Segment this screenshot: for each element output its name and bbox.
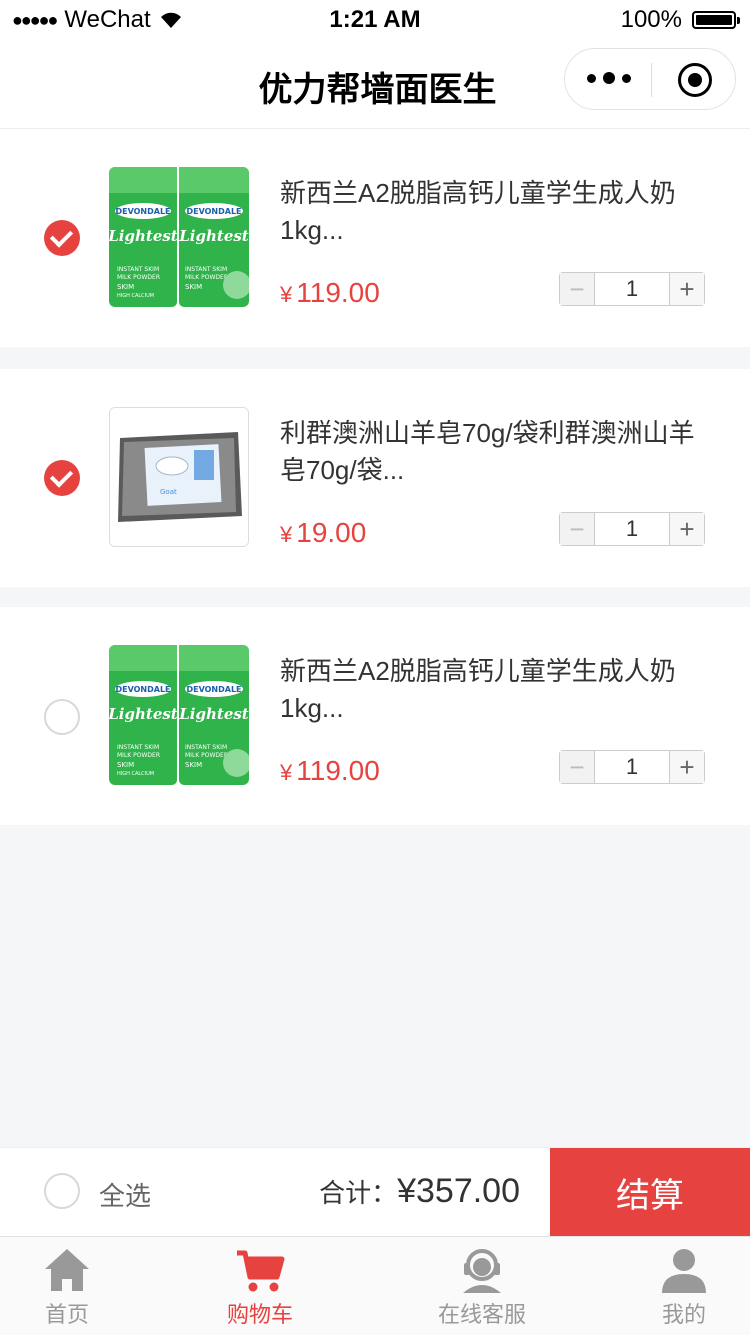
item-checkbox-checked[interactable] (44, 220, 80, 256)
tab-support[interactable]: 在线客服 (422, 1237, 542, 1335)
product-name[interactable]: 新西兰A2脱脂高钙儿童学生成人奶1kg... (280, 175, 720, 249)
svg-text:INSTANT SKIM: INSTANT SKIM (117, 266, 159, 273)
tab-label: 我的 (661, 1302, 706, 1327)
svg-text:SKIM: SKIM (117, 761, 134, 769)
svg-text:Lightest: Lightest (178, 705, 249, 723)
increase-button[interactable]: + (669, 751, 704, 783)
goat-soap-image: Goat (110, 408, 248, 546)
product-price: ¥119.00 (280, 755, 380, 786)
cart-item: Goat 利群澳洲山羊皂70g/袋利群澳洲山羊皂70g/袋... ¥19.00 … (0, 369, 750, 587)
product-image-milk[interactable]: DEVONDALE Lightest INSTANT SKIM MILK POW… (109, 167, 249, 307)
battery-icon (692, 11, 740, 29)
battery-info: 100% (620, 6, 740, 34)
cart-item: DEVONDALE Lightest INSTANT SKIM MILK POW… (0, 607, 750, 825)
svg-text:Lightest: Lightest (109, 227, 178, 245)
svg-text:Goat: Goat (160, 488, 177, 496)
product-price: ¥119.00 (280, 277, 380, 308)
product-name[interactable]: 新西兰A2脱脂高钙儿童学生成人奶1kg... (280, 653, 720, 727)
checkout-bar: 全选 合计： ¥357.00 结算 (0, 1147, 750, 1236)
increase-button[interactable]: + (669, 273, 704, 305)
svg-text:MILK POWDER: MILK POWDER (117, 274, 160, 281)
increase-button[interactable]: + (669, 513, 704, 545)
tab-label: 在线客服 (437, 1302, 526, 1327)
tab-label: 首页 (44, 1302, 89, 1327)
decrease-button[interactable]: − (560, 751, 595, 783)
tab-bar: 首页 购物车 在线客服 我的 (0, 1236, 750, 1335)
svg-text:DEVONDALE: DEVONDALE (115, 685, 170, 694)
item-checkbox-unchecked[interactable] (44, 699, 80, 735)
select-all-checkbox[interactable] (44, 1173, 80, 1209)
nav-bar: 优力帮墙面医生 (0, 40, 750, 129)
svg-text:SKIM: SKIM (185, 761, 202, 769)
close-target-icon[interactable] (678, 63, 712, 97)
quantity-stepper: − 1 + (559, 512, 705, 546)
quantity-stepper: − 1 + (559, 750, 705, 784)
quantity-input[interactable]: 1 (595, 513, 669, 545)
product-price: ¥19.00 (280, 517, 367, 548)
support-icon (463, 1249, 501, 1293)
cart-item: DEVONDALE Lightest INSTANT SKIM MILK POW… (0, 129, 750, 347)
svg-text:DEVONDALE: DEVONDALE (186, 685, 241, 694)
svg-text:HIGH CALCIUM: HIGH CALCIUM (117, 771, 154, 777)
capsule-divider (651, 63, 652, 97)
svg-text:MILK POWDER: MILK POWDER (185, 274, 228, 281)
svg-text:DEVONDALE: DEVONDALE (186, 207, 241, 216)
cart-icon (237, 1250, 285, 1292)
milk-powder-image: DEVONDALE Lightest INSTANT SKIM MILK POW… (109, 645, 249, 785)
svg-text:Lightest: Lightest (109, 705, 178, 723)
battery-percent: 100% (620, 6, 682, 33)
total-price: 合计： ¥357.00 (319, 1172, 520, 1211)
svg-text:HIGH CALCIUM: HIGH CALCIUM (117, 293, 154, 299)
svg-text:INSTANT SKIM: INSTANT SKIM (117, 744, 159, 751)
svg-text:MILK POWDER: MILK POWDER (117, 752, 160, 759)
tab-label: 购物车 (226, 1302, 293, 1327)
tab-cart[interactable]: 购物车 (210, 1237, 310, 1335)
quantity-input[interactable]: 1 (595, 751, 669, 783)
user-icon (662, 1249, 706, 1293)
tab-home[interactable]: 首页 (17, 1237, 117, 1335)
quantity-input[interactable]: 1 (595, 273, 669, 305)
total-label: 合计： (319, 1178, 398, 1208)
svg-text:INSTANT SKIM: INSTANT SKIM (185, 266, 227, 273)
svg-text:SKIM: SKIM (185, 283, 202, 291)
item-checkbox-checked[interactable] (44, 460, 80, 496)
quantity-stepper: − 1 + (559, 272, 705, 306)
product-image-milk[interactable]: DEVONDALE Lightest INSTANT SKIM MILK POW… (109, 645, 249, 785)
miniprogram-capsule (564, 48, 736, 110)
product-name[interactable]: 利群澳洲山羊皂70g/袋利群澳洲山羊皂70g/袋... (280, 415, 720, 489)
svg-text:Lightest: Lightest (178, 227, 249, 245)
decrease-button[interactable]: − (560, 513, 595, 545)
svg-text:SKIM: SKIM (117, 283, 134, 291)
svg-text:INSTANT SKIM: INSTANT SKIM (185, 744, 227, 751)
decrease-button[interactable]: − (560, 273, 595, 305)
milk-powder-image: DEVONDALE Lightest INSTANT SKIM MILK POW… (109, 167, 249, 307)
svg-text:DEVONDALE: DEVONDALE (115, 207, 170, 216)
svg-text:MILK POWDER: MILK POWDER (185, 752, 228, 759)
tab-mine[interactable]: 我的 (634, 1237, 734, 1335)
home-icon (45, 1249, 89, 1291)
checkout-button[interactable]: 结算 (550, 1148, 750, 1236)
product-image-soap[interactable]: Goat (109, 407, 249, 547)
select-all-label[interactable]: 全选 (99, 1176, 151, 1213)
more-dots-icon[interactable] (587, 67, 631, 89)
total-amount: ¥357.00 (397, 1172, 520, 1210)
status-bar: ●●●●● WeChat 1:21 AM 100% (0, 0, 750, 40)
